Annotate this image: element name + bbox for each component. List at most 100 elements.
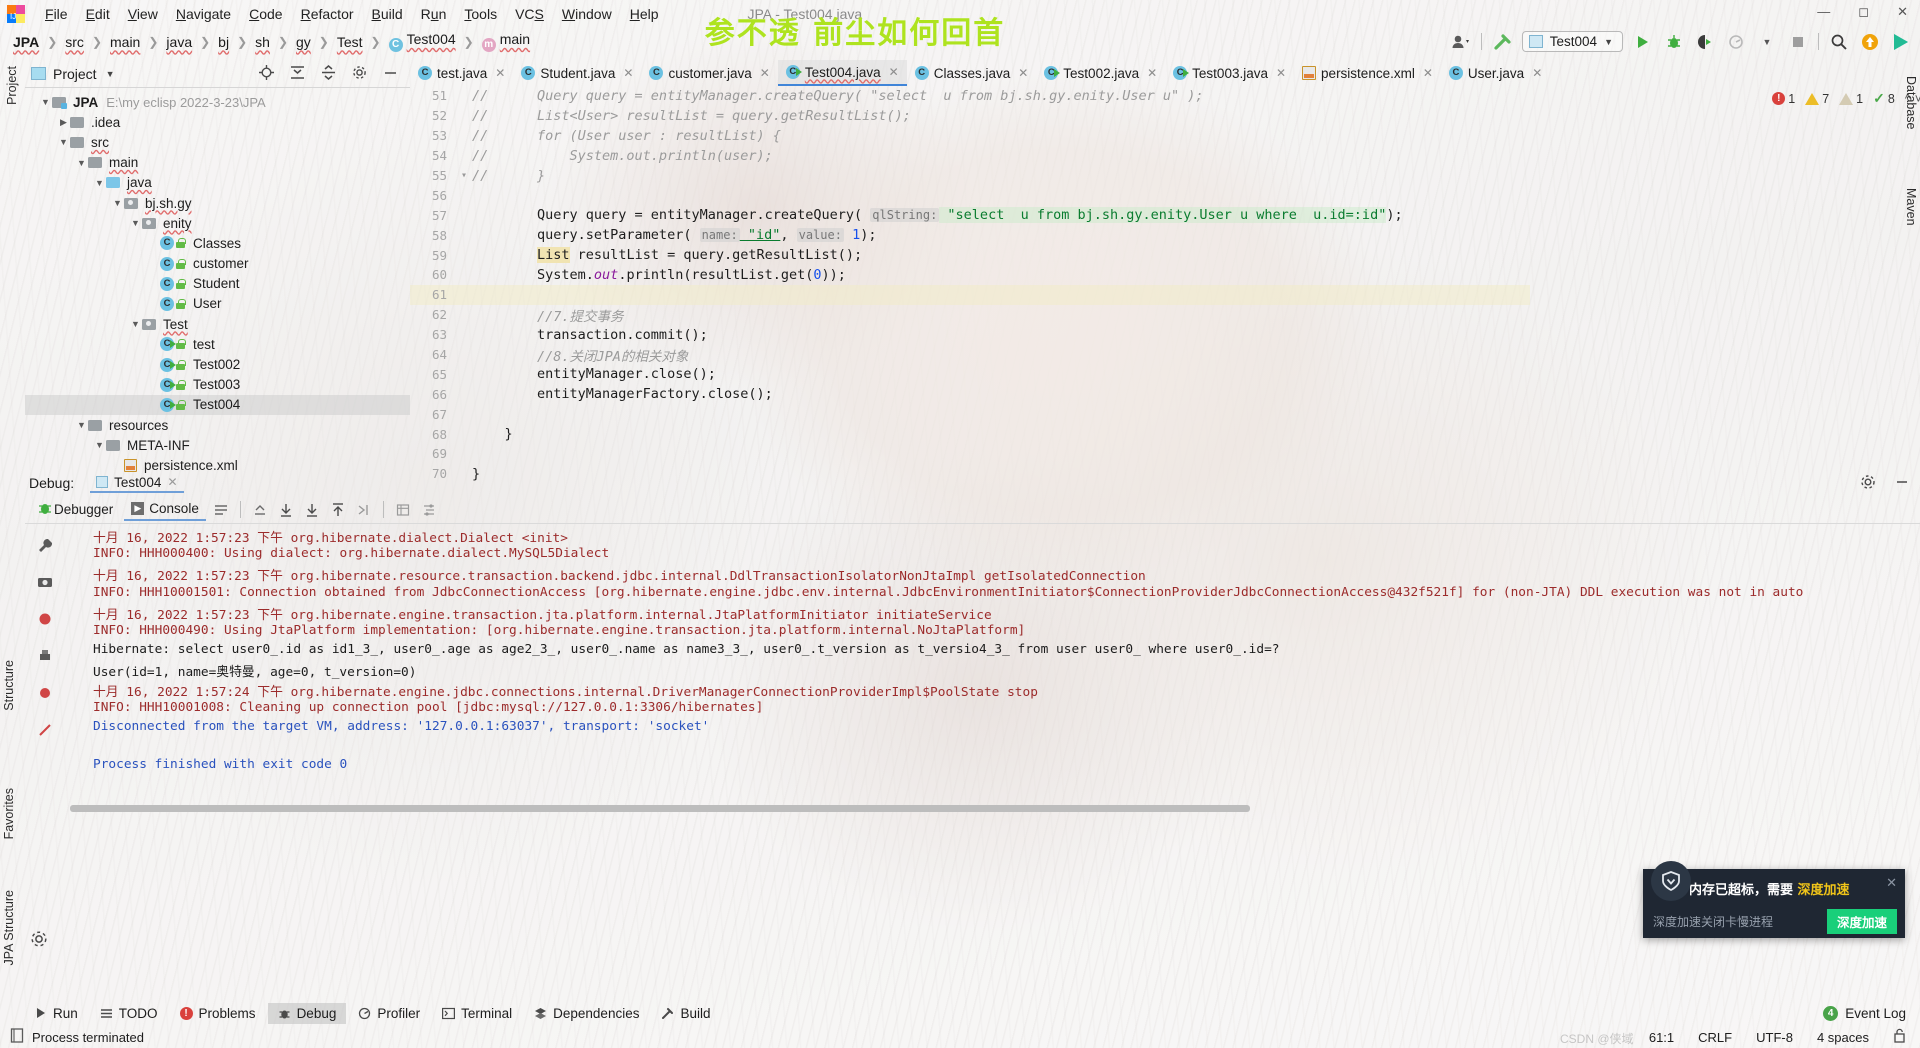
run-icon[interactable] bbox=[1632, 31, 1654, 53]
menu-item-window[interactable]: Window bbox=[553, 4, 621, 24]
step-into-icon[interactable] bbox=[301, 500, 323, 520]
chevron-down-icon[interactable]: ▼ bbox=[129, 319, 142, 329]
chevron-down-icon[interactable]: ▼ bbox=[75, 420, 88, 430]
status-memory-icon[interactable] bbox=[10, 1028, 24, 1046]
editor-tab-user-java[interactable]: C User.java ✕ bbox=[1441, 60, 1550, 86]
tree-row-customer[interactable]: C customer bbox=[25, 254, 410, 274]
chevron-down-icon[interactable]: ▼ bbox=[39, 97, 52, 107]
editor-tab-test004-java[interactable]: C Test004.java ✕ bbox=[777, 60, 907, 86]
editor-tab-test-java[interactable]: Ctest.java ✕ bbox=[410, 60, 513, 86]
tab-console[interactable]: ▶ Console bbox=[124, 498, 206, 521]
close-icon[interactable]: ✕ bbox=[1532, 66, 1542, 80]
file-encoding[interactable]: UTF-8 bbox=[1756, 1030, 1793, 1045]
minimize-icon[interactable] bbox=[1894, 474, 1910, 493]
run-to-cursor-icon[interactable] bbox=[353, 500, 375, 520]
breadcrumb-item-src[interactable]: src bbox=[62, 34, 87, 50]
breadcrumb-item-sh[interactable]: sh bbox=[252, 34, 273, 50]
tree-row-resources[interactable]: ▼ resources bbox=[25, 415, 410, 435]
menu-item-code[interactable]: Code bbox=[240, 4, 291, 24]
tree-row-meta-inf[interactable]: ▼ META-INF bbox=[25, 435, 410, 455]
menu-item-file[interactable]: File bbox=[36, 4, 77, 24]
profiler-dropdown-icon[interactable]: ▼ bbox=[1756, 31, 1778, 53]
tool-window-run[interactable]: Run bbox=[25, 1003, 88, 1024]
tool-window-todo[interactable]: TODO bbox=[90, 1003, 168, 1024]
close-icon[interactable]: ✕ bbox=[760, 66, 770, 80]
tool-window-problems[interactable]: ! Problems bbox=[170, 1003, 266, 1024]
settings-gear-button[interactable] bbox=[30, 930, 48, 951]
chevron-down-icon[interactable]: ▼ bbox=[106, 69, 115, 79]
tool-window-profiler[interactable]: Profiler bbox=[348, 1003, 430, 1024]
menu-item-build[interactable]: Build bbox=[363, 4, 412, 24]
menu-item-run[interactable]: Run bbox=[412, 4, 456, 24]
close-icon[interactable]: ✕ bbox=[1276, 66, 1286, 80]
collapse-all-icon[interactable] bbox=[321, 64, 336, 83]
editor-tab-customer-java[interactable]: Ccustomer.java ✕ bbox=[641, 60, 777, 86]
debug-session-tab-test004[interactable]: Test004 ✕ bbox=[90, 474, 184, 493]
line-separator[interactable]: CRLF bbox=[1698, 1030, 1732, 1045]
close-icon[interactable]: ✕ bbox=[889, 65, 899, 79]
hide-icon[interactable] bbox=[383, 65, 398, 83]
tree-row-test-package[interactable]: ▼ Test bbox=[25, 314, 410, 334]
memory-warning-popup[interactable]: 内存已超标，需要 深度加速 ✕ 深度加速关闭卡慢进程 深度加速 bbox=[1643, 861, 1905, 938]
menu-item-vcs[interactable]: VCS bbox=[506, 4, 553, 24]
code-editor[interactable]: 51// Query query = entityManager.createQ… bbox=[410, 86, 1920, 482]
step-out-icon[interactable] bbox=[327, 500, 349, 520]
chevron-down-icon[interactable]: ▼ bbox=[129, 218, 142, 228]
table-view-icon[interactable] bbox=[392, 500, 414, 520]
event-log-area[interactable]: 4 Event Log bbox=[1823, 1005, 1920, 1021]
chevron-down-icon[interactable]: ▼ bbox=[75, 158, 88, 168]
tree-row-user[interactable]: C User bbox=[25, 294, 410, 314]
soft-wrap-icon[interactable] bbox=[210, 500, 232, 520]
editor-tab-persistence-xml[interactable]: persistence.xml ✕ bbox=[1294, 60, 1441, 86]
menu-item-navigate[interactable]: Navigate bbox=[167, 4, 240, 24]
bug-icon[interactable] bbox=[37, 500, 53, 519]
editor-tab-test002-java[interactable]: C Test002.java ✕ bbox=[1036, 60, 1165, 86]
settings-icon[interactable] bbox=[1860, 474, 1876, 493]
sidebar-item-structure[interactable]: Structure bbox=[2, 650, 16, 721]
profiler-icon[interactable] bbox=[1725, 31, 1747, 53]
tree-row-student[interactable]: C Student bbox=[25, 274, 410, 294]
sidebar-item-maven[interactable]: Maven bbox=[1904, 178, 1918, 236]
close-icon[interactable]: ✕ bbox=[1891, 2, 1914, 22]
sidebar-item-project[interactable]: Project bbox=[5, 56, 19, 115]
tree-row-test[interactable]: C test bbox=[25, 334, 410, 354]
tree-row-idea[interactable]: ▶ .idea bbox=[25, 112, 410, 132]
breadcrumb-item-main-method[interactable]: m main bbox=[479, 31, 533, 52]
breadcrumb-item-bj[interactable]: bj bbox=[215, 34, 232, 50]
locate-icon[interactable] bbox=[259, 64, 274, 83]
popup-cta-button[interactable]: 深度加速 bbox=[1826, 908, 1897, 934]
tree-row-java[interactable]: ▼ java bbox=[25, 173, 410, 193]
chevron-down-icon[interactable]: ▼ bbox=[111, 198, 124, 208]
menu-item-refactor[interactable]: Refactor bbox=[292, 4, 363, 24]
tool-window-dependencies[interactable]: Dependencies bbox=[524, 1003, 649, 1024]
scroll-up-icon[interactable] bbox=[249, 500, 271, 520]
close-icon[interactable]: ✕ bbox=[167, 475, 177, 489]
tree-row-test003[interactable]: C Test003 bbox=[25, 375, 410, 395]
update-icon[interactable] bbox=[1859, 31, 1881, 53]
minimize-icon[interactable]: — bbox=[1811, 2, 1836, 22]
account-icon[interactable] bbox=[1450, 31, 1472, 53]
tool-window-debug[interactable]: Debug bbox=[267, 1002, 347, 1024]
close-icon[interactable]: ✕ bbox=[495, 66, 505, 80]
sidebar-item-jpa-structure[interactable]: JPA Structure bbox=[2, 880, 16, 976]
chevron-right-icon[interactable]: ▶ bbox=[57, 117, 70, 128]
indent-setting[interactable]: 4 spaces bbox=[1817, 1030, 1869, 1045]
breadcrumb-item-test004[interactable]: C Test004 bbox=[386, 31, 459, 52]
close-icon[interactable]: ✕ bbox=[1147, 66, 1157, 80]
tree-row-classes[interactable]: C Classes bbox=[25, 233, 410, 253]
tool-window-terminal[interactable]: Terminal bbox=[432, 1003, 522, 1024]
chevron-down-icon[interactable]: ▼ bbox=[57, 137, 70, 147]
chevron-down-icon[interactable]: ▼ bbox=[93, 178, 106, 188]
menu-item-tools[interactable]: Tools bbox=[455, 4, 506, 24]
tree-row-main[interactable]: ▼ main bbox=[25, 153, 410, 173]
tree-row-enity[interactable]: ▼ enity bbox=[25, 213, 410, 233]
tree-row-test002[interactable]: C Test002 bbox=[25, 354, 410, 374]
tree-row-jpa[interactable]: ▼ JPA E:\my eclisp 2022-3-23\JPA bbox=[25, 92, 410, 112]
stop-icon[interactable] bbox=[1787, 31, 1809, 53]
breadcrumb-item-jpa[interactable]: JPA bbox=[10, 34, 42, 50]
tree-row-test004[interactable]: C Test004 bbox=[25, 394, 410, 415]
settings-icon[interactable] bbox=[352, 65, 367, 83]
search-icon[interactable] bbox=[1828, 31, 1850, 53]
breadcrumb-item-gy[interactable]: gy bbox=[293, 34, 314, 50]
tree-row-bj-sh-gy[interactable]: ▼ bj.sh.gy bbox=[25, 193, 410, 213]
